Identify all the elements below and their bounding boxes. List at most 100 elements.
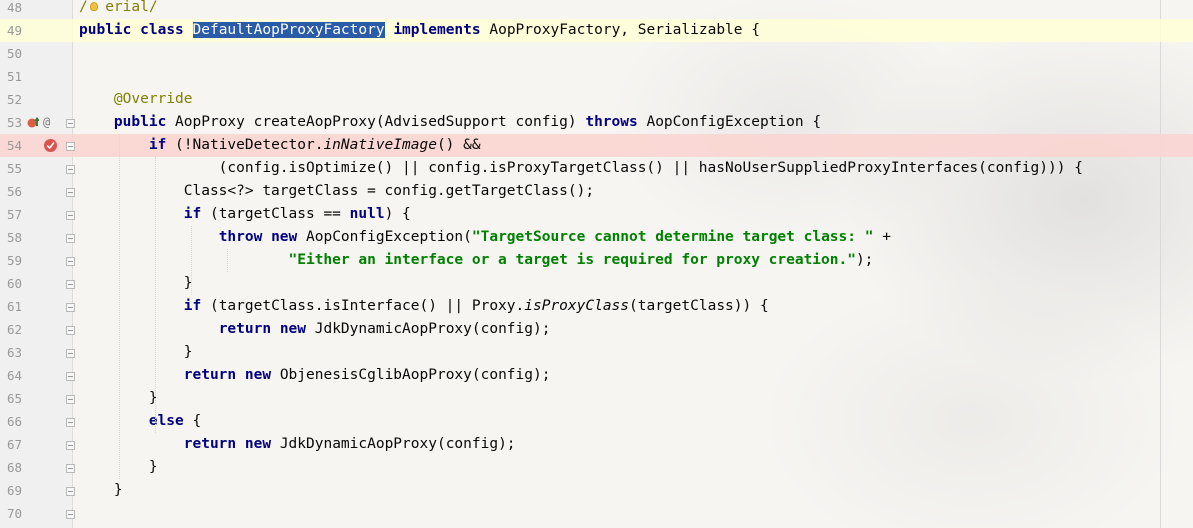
code-line[interactable]: 70: [0, 502, 1193, 525]
fold-marker[interactable]: [66, 280, 75, 289]
line-number[interactable]: 57: [0, 203, 22, 226]
code-line[interactable]: 49 public class DefaultAopProxyFactory im…: [0, 19, 1193, 42]
code-token: }: [79, 482, 123, 498]
line-number[interactable]: 63: [0, 341, 22, 364]
code-token: implements: [393, 22, 481, 38]
code-line[interactable]: 54 if (!NativeDetector.inNativeImage() &…: [0, 134, 1193, 157]
annotation-icon[interactable]: @: [43, 115, 50, 129]
code-line[interactable]: 69 }: [0, 479, 1193, 502]
line-number[interactable]: 67: [0, 433, 22, 456]
code-line[interactable]: 65 }: [0, 387, 1193, 410]
code-token: throws: [585, 114, 638, 130]
code-line[interactable]: 53 public AopProxy createAopProxy(Advise…: [0, 111, 1193, 134]
code-line[interactable]: 57 if (targetClass == null) {: [0, 203, 1193, 226]
code-line[interactable]: 64 return new ObjenesisCglibAopProxy(con…: [0, 364, 1193, 387]
code-text[interactable]: return new JdkDynamicAopProxy(config);: [79, 433, 516, 456]
code-text[interactable]: "Either an interface or a target is requ…: [79, 249, 874, 272]
code-token: () &&: [436, 137, 481, 153]
line-number[interactable]: 64: [0, 364, 22, 387]
line-number[interactable]: 59: [0, 249, 22, 272]
code-editor[interactable]: 48 / erial/49 public class DefaultAopProxy…: [0, 0, 1193, 528]
code-text[interactable]: return new JdkDynamicAopProxy(config);: [79, 318, 551, 341]
line-number[interactable]: 65: [0, 387, 22, 410]
code-token: {: [183, 413, 202, 429]
fold-marker[interactable]: [66, 119, 75, 128]
code-line[interactable]: 66 else {: [0, 410, 1193, 433]
line-number[interactable]: 56: [0, 180, 22, 203]
fold-marker[interactable]: [66, 464, 75, 473]
line-number[interactable]: 66: [0, 410, 22, 433]
override-method-icon[interactable]: [27, 116, 40, 132]
code-text[interactable]: public class DefaultAopProxyFactory impl…: [79, 19, 760, 42]
line-number[interactable]: 54: [0, 134, 22, 157]
code-line[interactable]: 59 "Either an interface or a target is r…: [0, 249, 1193, 272]
code-text[interactable]: if (targetClass == null) {: [79, 203, 411, 226]
fold-marker[interactable]: [66, 510, 75, 519]
code-text[interactable]: }: [79, 341, 193, 364]
line-number[interactable]: 69: [0, 479, 22, 502]
fold-marker[interactable]: [66, 303, 75, 312]
fold-marker[interactable]: [66, 418, 75, 427]
fold-marker[interactable]: [66, 395, 75, 404]
code-token: isProxyClass: [524, 298, 630, 314]
code-line[interactable]: 62 return new JdkDynamicAopProxy(config)…: [0, 318, 1193, 341]
line-number[interactable]: 52: [0, 88, 22, 111]
code-line[interactable]: 52 @Override: [0, 88, 1193, 111]
lightbulb-icon[interactable]: [90, 2, 98, 11]
code-line[interactable]: 60 }: [0, 272, 1193, 295]
code-text[interactable]: if (!NativeDetector.inNativeImage() &&: [79, 134, 481, 157]
fold-marker[interactable]: [66, 234, 75, 243]
line-number[interactable]: 68: [0, 456, 22, 479]
code-line[interactable]: 55 (config.isOptimize() || config.isProx…: [0, 157, 1193, 180]
line-number[interactable]: 48: [0, 0, 22, 19]
line-number[interactable]: 58: [0, 226, 22, 249]
fold-marker[interactable]: [66, 349, 75, 358]
code-text[interactable]: @Override: [79, 88, 193, 111]
fold-marker[interactable]: [66, 142, 75, 151]
code-text[interactable]: if (targetClass.isInterface() || Proxy.i…: [79, 295, 769, 318]
fold-marker[interactable]: [66, 257, 75, 266]
line-number[interactable]: 70: [0, 502, 22, 525]
code-line[interactable]: 61 if (targetClass.isInterface() || Prox…: [0, 295, 1193, 318]
code-line[interactable]: 50: [0, 42, 1193, 65]
line-number[interactable]: 55: [0, 157, 22, 180]
code-token: +: [873, 229, 891, 245]
fold-marker[interactable]: [66, 211, 75, 220]
line-number[interactable]: 50: [0, 42, 22, 65]
code-line[interactable]: 48 / erial/: [0, 0, 1193, 19]
fold-marker[interactable]: [66, 165, 75, 174]
fold-marker[interactable]: [66, 441, 75, 450]
code-text[interactable]: else {: [79, 410, 201, 433]
code-token: new: [244, 436, 272, 452]
code-token: "TargetSource cannot determine target cl…: [471, 229, 874, 245]
code-text[interactable]: (config.isOptimize() || config.isProxyTa…: [79, 157, 1083, 180]
code-text[interactable]: }: [79, 272, 193, 295]
code-line[interactable]: 51: [0, 65, 1193, 88]
fold-marker[interactable]: [66, 188, 75, 197]
selected-identifier: DefaultAopProxyFactory: [192, 22, 385, 38]
code-line[interactable]: 58 throw new AopConfigException("TargetS…: [0, 226, 1193, 249]
code-text[interactable]: public AopProxy createAopProxy(AdvisedSu…: [79, 111, 821, 134]
line-number[interactable]: 53: [0, 111, 22, 134]
line-number[interactable]: 62: [0, 318, 22, 341]
code-line[interactable]: 67 return new JdkDynamicAopProxy(config)…: [0, 433, 1193, 456]
line-number[interactable]: 49: [0, 19, 22, 42]
line-number[interactable]: 60: [0, 272, 22, 295]
code-token: (config.isOptimize() || config.isProxyTa…: [79, 160, 1083, 176]
code-token: return: [218, 321, 272, 337]
indent-guide: [155, 157, 157, 433]
breakpoint-icon[interactable]: [44, 139, 57, 152]
code-text[interactable]: throw new AopConfigException("TargetSour…: [79, 226, 891, 249]
code-token: "Either an interface or a target is requ…: [288, 252, 856, 268]
line-number[interactable]: 51: [0, 65, 22, 88]
code-line[interactable]: 68 }: [0, 456, 1193, 479]
code-line[interactable]: 63 }: [0, 341, 1193, 364]
fold-marker[interactable]: [66, 372, 75, 381]
code-text[interactable]: }: [79, 479, 123, 502]
fold-marker[interactable]: [66, 326, 75, 335]
fold-marker[interactable]: [66, 487, 75, 496]
line-number[interactable]: 61: [0, 295, 22, 318]
code-text[interactable]: return new ObjenesisCglibAopProxy(config…: [79, 364, 551, 387]
code-line[interactable]: 56 Class<?> targetClass = config.getTarg…: [0, 180, 1193, 203]
